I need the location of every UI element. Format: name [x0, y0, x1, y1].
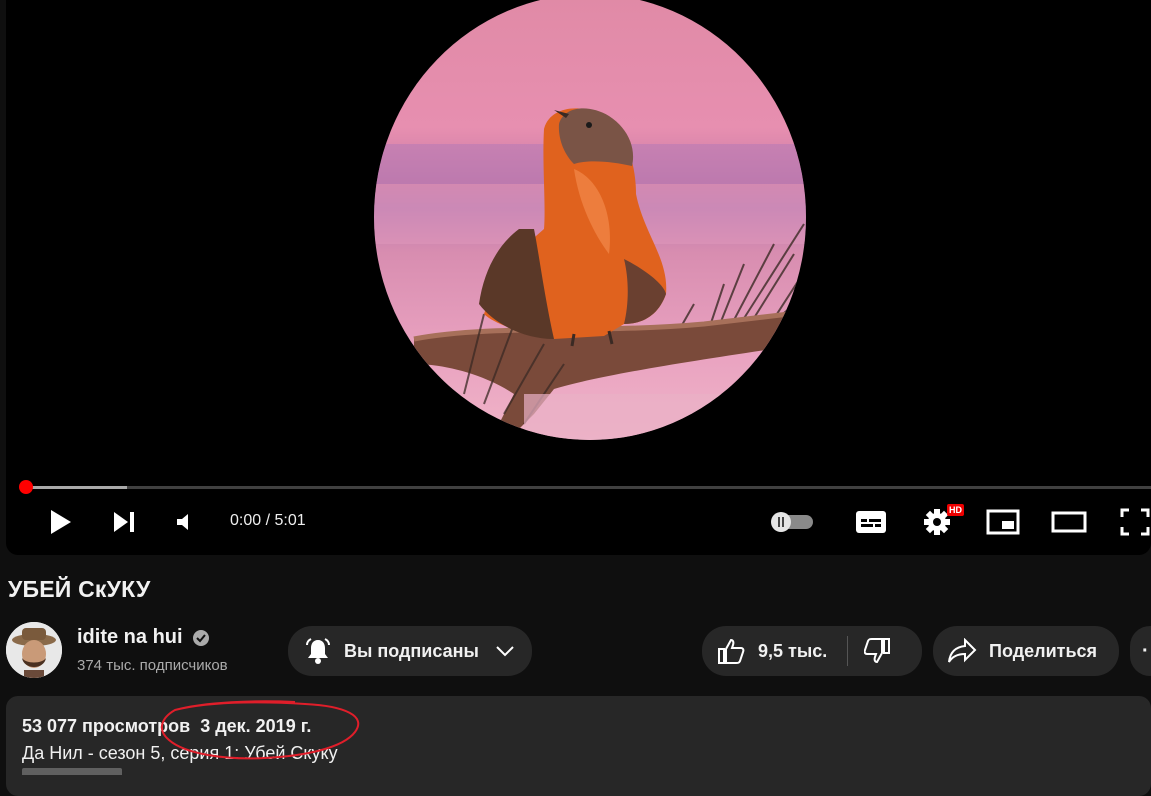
next-button[interactable]	[104, 505, 144, 539]
fullscreen-icon	[1120, 508, 1150, 536]
miniplayer-icon	[986, 509, 1020, 535]
chevron-down-icon	[496, 646, 514, 657]
share-button[interactable]: Поделиться	[933, 626, 1119, 676]
video-title: УБЕЙ СкУКУ	[8, 576, 151, 602]
video-still-bird	[374, 108, 806, 440]
theater-icon	[1051, 511, 1087, 533]
thumbs-down-icon	[864, 638, 891, 664]
like-count: 9,5 тыс.	[758, 640, 828, 661]
next-icon	[114, 512, 134, 532]
miniplayer-button[interactable]	[980, 505, 1026, 539]
video-frame[interactable]	[374, 0, 806, 440]
like-button[interactable]: 9,5 тыс.	[716, 626, 827, 676]
bell-icon	[306, 638, 330, 664]
description-next-line	[22, 768, 242, 775]
like-dislike-group: 9,5 тыс.	[702, 626, 922, 676]
mute-button[interactable]	[168, 505, 204, 539]
progress-buffered	[26, 486, 128, 489]
more-actions-button[interactable]: ·	[1130, 626, 1151, 676]
time-display: 0:00 / 5:01	[230, 512, 306, 530]
time-total: 5:01	[274, 512, 306, 529]
time-current: 0:00	[230, 512, 262, 529]
progress-scrubber[interactable]	[19, 480, 33, 494]
play-icon	[51, 510, 71, 534]
time-separator: /	[261, 512, 275, 529]
like-divider	[847, 636, 849, 666]
dislike-button[interactable]	[864, 626, 892, 676]
fullscreen-button[interactable]	[1112, 505, 1151, 539]
thumbs-up-icon	[718, 638, 745, 664]
autoplay-toggle-icon	[771, 512, 813, 532]
hd-badge: HD	[947, 504, 964, 516]
autoplay-toggle[interactable]	[768, 505, 816, 539]
settings-button[interactable]: HD	[914, 504, 964, 539]
more-icon: ·	[1142, 639, 1149, 662]
volume-icon	[177, 514, 188, 530]
subscriber-count: 374 тыс. подписчиков	[77, 657, 228, 674]
share-label: Поделиться	[989, 640, 1098, 661]
subscribed-button[interactable]: Вы подписаны	[288, 626, 532, 676]
play-button[interactable]	[40, 505, 80, 539]
subtitles-icon	[856, 511, 886, 533]
red-circle-annotation	[160, 700, 360, 760]
video-player[interactable]: 0:00 / 5:01 HD	[6, 0, 1151, 555]
channel-avatar[interactable]	[6, 622, 62, 678]
verified-icon	[193, 630, 209, 646]
channel-name[interactable]: idite na hui	[77, 626, 183, 649]
subtitles-button[interactable]	[848, 505, 894, 539]
progress-bar[interactable]	[26, 486, 1151, 489]
theater-mode-button[interactable]	[1046, 505, 1092, 539]
avatar-image	[6, 622, 62, 678]
share-icon	[948, 638, 977, 663]
subscribed-label: Вы подписаны	[344, 640, 479, 661]
